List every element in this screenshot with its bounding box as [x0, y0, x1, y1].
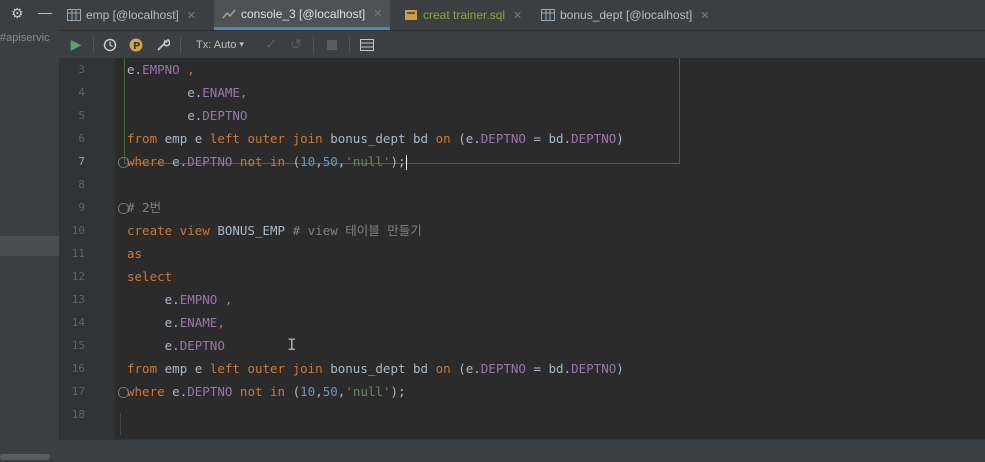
transaction-mode-dropdown[interactable]: Tx: Auto ▾	[192, 31, 248, 58]
history-icon[interactable]	[101, 31, 119, 58]
p-badge-icon[interactable]: P	[127, 31, 145, 58]
code-line-current[interactable]: 7 where e.DEPTNO not in (10,50,'null');	[59, 150, 985, 173]
tab-creat-trainer[interactable]: creat trainer.sql ✕	[404, 0, 522, 30]
code-line[interactable]: 18	[59, 403, 985, 426]
horizontal-scrollbar[interactable]	[0, 454, 50, 460]
close-icon[interactable]: ✕	[513, 9, 522, 22]
code-line[interactable]: 8	[59, 173, 985, 196]
chevron-down-icon: ▾	[239, 39, 244, 49]
svg-text:P: P	[133, 41, 140, 52]
toolbar-separator	[93, 37, 94, 53]
console-toolbar: ▶ P Tx: Auto ▾ ✓ ↺	[59, 31, 985, 59]
code-line[interactable]: 10 create view BONUS_EMP # view 테이블 만들기	[59, 219, 985, 242]
tab-label: emp [@localhost]	[86, 8, 179, 22]
toolbar-separator	[180, 37, 181, 53]
toolbar-separator	[313, 37, 314, 53]
code-line[interactable]: 16 from emp e left outer join bonus_dept…	[59, 357, 985, 380]
indent-guide	[120, 413, 121, 435]
code-line[interactable]: 13 e.EMPNO ,	[59, 288, 985, 311]
tab-label: bonus_dept [@localhost]	[560, 8, 693, 22]
status-bar	[59, 439, 985, 462]
code-line[interactable]: 14 e.ENAME,	[59, 311, 985, 334]
sql-editor[interactable]: 3 e.EMPNO , 4 e.ENAME, 5 e.DEPTNO 6 from…	[59, 58, 985, 440]
close-icon[interactable]: ✕	[187, 9, 196, 22]
minimize-icon[interactable]: —	[38, 4, 52, 20]
rollback-icon[interactable]: ↺	[287, 31, 305, 58]
project-selected-row[interactable]	[0, 236, 59, 256]
grid-icon[interactable]	[358, 31, 376, 58]
editor-tab-bar: emp [@localhost] ✕ console_3 [@localhost…	[59, 0, 985, 31]
run-icon[interactable]: ▶	[67, 31, 85, 58]
code-line[interactable]: 5 e.DEPTNO	[59, 104, 985, 127]
tab-label: console_3 [@localhost]	[241, 6, 366, 21]
code-line[interactable]: 3 e.EMPNO ,	[59, 58, 985, 81]
toolbar-separator	[349, 37, 350, 53]
wrench-icon[interactable]	[154, 31, 172, 58]
mouse-ibeam-cursor: I	[287, 335, 297, 354]
code-line[interactable]: 12 select	[59, 265, 985, 288]
code-line[interactable]: 17 where e.DEPTNO not in (10,50,'null');	[59, 380, 985, 403]
code-line[interactable]: 6 from emp e left outer join bonus_dept …	[59, 127, 985, 150]
code-line[interactable]: 15 e.DEPTNO	[59, 334, 985, 357]
code-line[interactable]: 11 as	[59, 242, 985, 265]
tab-label: creat trainer.sql	[423, 8, 506, 22]
close-icon[interactable]: ✕	[373, 7, 382, 20]
code-line[interactable]: 9 # 2번	[59, 196, 985, 219]
tab-emp[interactable]: emp [@localhost] ✕	[67, 0, 196, 30]
table-icon	[541, 9, 555, 21]
tab-console-3[interactable]: console_3 [@localhost] ✕	[214, 0, 391, 30]
text-caret	[405, 155, 407, 170]
gear-icon[interactable]: ⚙	[11, 5, 24, 22]
table-icon	[67, 9, 81, 21]
project-panel: ⚙ — #apiservic	[0, 0, 60, 462]
console-icon	[222, 8, 236, 20]
commit-check-icon[interactable]: ✓	[262, 31, 280, 58]
tab-bonus-dept[interactable]: bonus_dept [@localhost] ✕	[541, 0, 710, 30]
code-line[interactable]: 4 e.ENAME,	[59, 81, 985, 104]
close-icon[interactable]: ✕	[700, 9, 709, 22]
stop-icon[interactable]	[323, 31, 341, 58]
project-tree-item[interactable]: #apiservic	[0, 32, 59, 44]
sql-file-icon	[404, 9, 418, 21]
